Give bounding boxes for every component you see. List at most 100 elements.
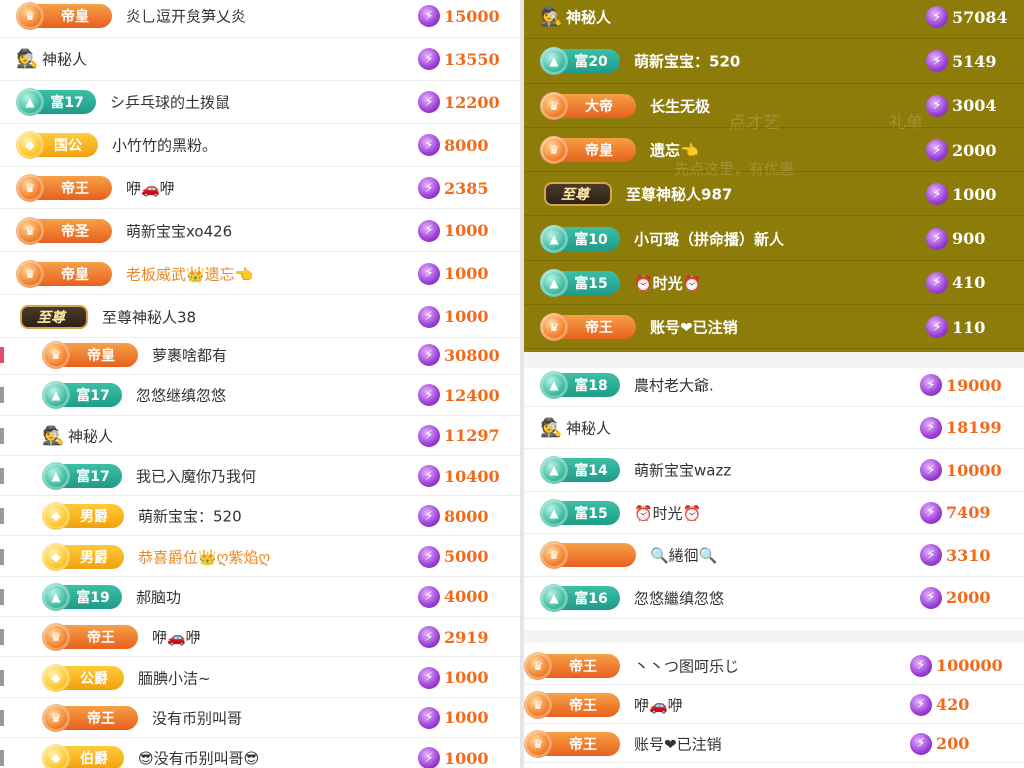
user-name[interactable]: 小竹竹的黑粉。 bbox=[112, 135, 217, 156]
user-name[interactable]: 老板威武👑遗忘👈 bbox=[126, 263, 253, 284]
user-name[interactable]: 恭喜爵位👑ღ紫焰ღ bbox=[138, 546, 270, 567]
lightning-coin-icon: ⚡ bbox=[910, 654, 932, 677]
rank-gem-icon: ♛ bbox=[16, 259, 44, 288]
lightning-coin-icon: ⚡ bbox=[418, 177, 440, 200]
leaderboard-row[interactable]: ♛ 帝皇 遗忘👈 ⚡ 2000 bbox=[524, 128, 1024, 173]
leaderboard-row[interactable]: ♛ 帝王 账号❤已注销 ⚡ 110 bbox=[524, 305, 1024, 350]
user-name[interactable]: 萝裹啥都有 bbox=[152, 345, 227, 366]
score-value: 2919 bbox=[444, 627, 489, 647]
user-name[interactable]: 账号❤已注销 bbox=[650, 317, 738, 338]
leaderboard-row[interactable]: ♛ 帝皇 萝裹啥都有 ⚡ 30800 bbox=[0, 335, 520, 376]
user-name[interactable]: 神秘人 bbox=[68, 425, 113, 446]
user-name[interactable]: 神秘人 bbox=[566, 417, 611, 438]
user-name[interactable]: 農村老大爺. bbox=[634, 375, 714, 396]
user-name[interactable]: 萌新宝宝xo426 bbox=[126, 220, 232, 241]
leaderboard-row[interactable]: ▲ 富20 萌新宝宝：520 ⚡ 5149 bbox=[524, 39, 1024, 84]
leaderboard-row[interactable]: 🕵 神秘人 ⚡ 11297 bbox=[0, 416, 520, 456]
user-name[interactable]: 我已入魔你乃我何 bbox=[136, 466, 256, 487]
lightning-coin-icon: ⚡ bbox=[418, 5, 440, 28]
lightning-coin-icon: ⚡ bbox=[926, 183, 948, 206]
user-name[interactable]: シ乒乓球的土拨鼠 bbox=[110, 92, 230, 113]
user-name[interactable]: 长生无极 bbox=[650, 95, 710, 116]
leaderboard-row[interactable]: ♛ 大帝 长生无极 ⚡ 3004 bbox=[524, 84, 1024, 128]
row-separator bbox=[524, 618, 1024, 619]
user-name[interactable]: 咿🚗咿 bbox=[126, 178, 175, 199]
user-name[interactable]: 忽悠繼缜忽悠 bbox=[634, 587, 724, 608]
rank-badge: ♛ 帝王 bbox=[524, 651, 620, 680]
leaderboard-row[interactable]: ▲ 富17 我已入魔你乃我何 ⚡ 10400 bbox=[0, 456, 520, 497]
leaderboard-row[interactable]: ◆ 男爵 恭喜爵位👑ღ紫焰ღ ⚡ 5000 bbox=[0, 537, 520, 577]
leaderboard-row[interactable]: ♛ 帝王 咿🚗咿 ⚡ 2919 bbox=[0, 617, 520, 658]
contribution-score: ⚡ 1000 bbox=[418, 305, 489, 328]
leaderboard-row[interactable]: ▲ 富15 ⏰时光⏰ ⚡ 410 bbox=[524, 261, 1024, 306]
leaderboard-row[interactable]: ♛ 🔍綣徊🔍 ⚡ 3310 bbox=[524, 534, 1024, 577]
lightning-coin-icon: ⚡ bbox=[418, 48, 440, 71]
score-value: 15000 bbox=[444, 6, 500, 26]
leaderboard-row[interactable]: ♛ 帝王 咿🚗咿 ⚡ 420 bbox=[524, 685, 1024, 724]
lightning-coin-icon: ⚡ bbox=[926, 316, 948, 339]
user-name[interactable]: 没有币别叫哥 bbox=[152, 707, 242, 728]
rank-badge: ◆ 男爵 bbox=[42, 502, 124, 531]
user-name[interactable]: 炎乚逗开炱笋乂炎 bbox=[126, 6, 246, 27]
leaderboard-row[interactable]: ▲ 富16 忽悠繼缜忽悠 ⚡ 2000 bbox=[524, 577, 1024, 619]
leaderboard-row[interactable]: ▲ 富10 小可璐（拼命播）新人 ⚡ 900 bbox=[524, 217, 1024, 261]
user-name[interactable]: 忽悠继缜忽悠 bbox=[136, 385, 226, 406]
lightning-coin-icon: ⚡ bbox=[418, 666, 440, 689]
user-name[interactable]: 😎没有币别叫哥😎 bbox=[138, 748, 259, 768]
score-value: 1000 bbox=[444, 264, 489, 284]
user-name[interactable]: 至尊神秘人987 bbox=[626, 184, 732, 205]
leaderboard-row[interactable]: ▲ 富17 忽悠继缜忽悠 ⚡ 12400 bbox=[0, 375, 520, 416]
user-name[interactable]: 郝脑功 bbox=[136, 586, 181, 607]
leaderboard-row[interactable]: 🕵 神秘人 ⚡ 57084 bbox=[524, 0, 1024, 40]
leaderboard-row[interactable]: ◆ 伯爵 😎没有币别叫哥😎 ⚡ 1000 bbox=[0, 738, 520, 768]
leaderboard-row[interactable]: ▲ 富17 シ乒乓球的土拨鼠 ⚡ 12200 bbox=[0, 81, 520, 124]
leaderboard-row[interactable]: ♛ 帝皇 炎乚逗开炱笋乂炎 ⚡ 15000 bbox=[0, 0, 520, 38]
user-name[interactable]: 萌新宝宝wazz bbox=[634, 460, 731, 481]
leaderboard-row[interactable]: ♛ 帝王 丶丶つ图呵乐じ ⚡ 100000 bbox=[524, 646, 1024, 685]
leaderboard-row[interactable]: ▲ 富18 農村老大爺. ⚡ 19000 bbox=[524, 368, 1024, 407]
leaderboard-row[interactable]: ▲ 富14 萌新宝宝wazz ⚡ 10000 bbox=[524, 449, 1024, 492]
leaderboard-row[interactable]: ◆ 男爵 萌新宝宝：520 ⚡ 8000 bbox=[0, 496, 520, 537]
user-name[interactable]: 小可璐（拼命播）新人 bbox=[634, 228, 784, 249]
contribution-score: ⚡ 3310 bbox=[920, 544, 991, 567]
leaderboard-row[interactable]: ♛ 帝王 没有币别叫哥 ⚡ 1000 bbox=[0, 698, 520, 738]
score-value: 18199 bbox=[946, 418, 1002, 438]
leaderboard-row[interactable]: ◆ 国公 小竹竹的黑粉。 ⚡ 8000 bbox=[0, 124, 520, 167]
user-name[interactable]: ⏰时光⏰ bbox=[634, 502, 701, 523]
leaderboard-row[interactable]: ▲ 富19 郝脑功 ⚡ 4000 bbox=[0, 577, 520, 618]
leaderboard-row[interactable]: ♛ 帝王 咿🚗咿 ⚡ 2385 bbox=[0, 167, 520, 210]
leaderboard-row[interactable]: ♛ 帝圣 萌新宝宝xo426 ⚡ 1000 bbox=[0, 210, 520, 253]
contribution-score: ⚡ 2385 bbox=[418, 177, 489, 200]
leaderboard-row[interactable]: 🕵 神秘人 ⚡ 13550 bbox=[0, 38, 520, 81]
user-name[interactable]: ⏰时光⏰ bbox=[634, 272, 701, 293]
user-name[interactable]: 丶丶つ图呵乐じ bbox=[634, 655, 739, 676]
user-name[interactable]: 神秘人 bbox=[566, 7, 611, 28]
user-name[interactable]: 腼腆小洁~ bbox=[138, 667, 211, 688]
leaderboard-row[interactable]: ♛ 帝王 账号❤已注销 ⚡ 200 bbox=[524, 724, 1024, 763]
user-name[interactable]: 萌新宝宝：520 bbox=[138, 506, 242, 527]
rank-badge: ♛ 帝王 bbox=[42, 703, 138, 732]
rank-gem-icon: ◆ bbox=[16, 131, 44, 160]
user-name[interactable]: 神秘人 bbox=[42, 49, 87, 70]
rank-badge: ▲ 富18 bbox=[540, 371, 620, 400]
leaderboard-row[interactable]: 至尊 至尊神秘人987 ⚡ 1000 bbox=[524, 172, 1024, 217]
row-marker bbox=[0, 508, 4, 525]
user-name[interactable]: 咿🚗咿 bbox=[634, 694, 683, 715]
user-name[interactable]: 🔍綣徊🔍 bbox=[650, 545, 717, 566]
user-name[interactable]: 萌新宝宝：520 bbox=[634, 51, 740, 72]
user-name[interactable]: 账号❤已注销 bbox=[634, 733, 722, 754]
leaderboard-row[interactable]: 🕵 神秘人 ⚡ 18199 bbox=[524, 407, 1024, 449]
contribution-score: ⚡ 8000 bbox=[418, 505, 489, 528]
user-name[interactable]: 至尊神秘人38 bbox=[102, 306, 196, 327]
leaderboard-row[interactable]: ▲ 富15 ⏰时光⏰ ⚡ 7409 bbox=[524, 492, 1024, 534]
user-name[interactable]: 咿🚗咿 bbox=[152, 627, 201, 648]
leaderboard-row[interactable]: ◆ 公爵 腼腆小洁~ ⚡ 1000 bbox=[0, 657, 520, 698]
rank-badge-label: 富17 bbox=[76, 469, 110, 486]
user-name[interactable]: 遗忘👈 bbox=[650, 140, 699, 161]
score-value: 30800 bbox=[444, 345, 500, 365]
score-value: 1000 bbox=[444, 708, 489, 728]
score-value: 5149 bbox=[952, 51, 997, 71]
row-marker bbox=[0, 427, 4, 444]
leaderboard-row[interactable]: 至尊 至尊神秘人38 ⚡ 1000 bbox=[0, 295, 520, 339]
leaderboard-row[interactable]: ♛ 帝皇 老板威武👑遗忘👈 ⚡ 1000 bbox=[0, 252, 520, 296]
